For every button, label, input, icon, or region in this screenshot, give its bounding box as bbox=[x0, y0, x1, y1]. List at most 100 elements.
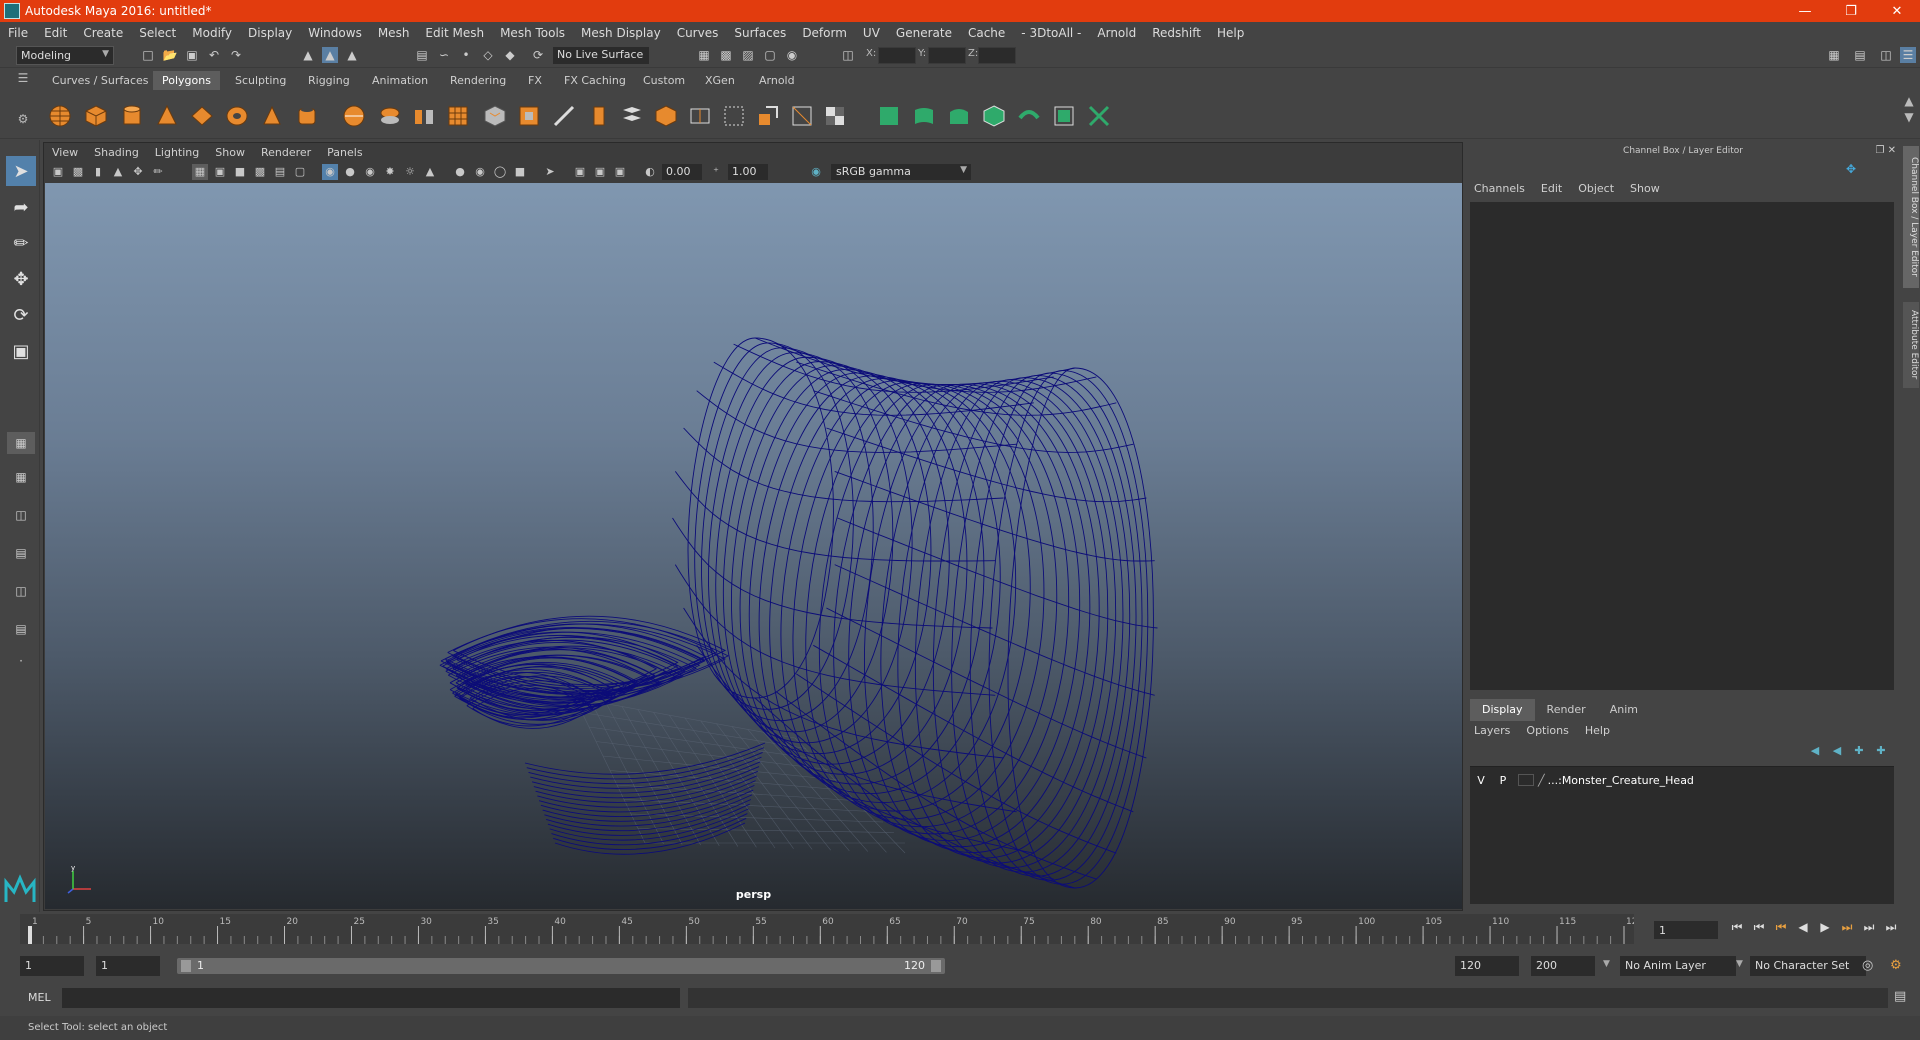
uv-unfold-icon[interactable] bbox=[1017, 104, 1041, 128]
layer-color-swatch[interactable] bbox=[1518, 774, 1534, 786]
select-tool-icon[interactable]: ➤ bbox=[6, 156, 36, 186]
bridge-icon[interactable] bbox=[620, 104, 644, 128]
menu-windows[interactable]: Windows bbox=[300, 26, 370, 40]
xray-components-icon[interactable]: ▣ bbox=[612, 164, 628, 180]
menu-cache[interactable]: Cache bbox=[960, 26, 1013, 40]
z-field[interactable] bbox=[978, 47, 1016, 64]
uv-automatic-icon[interactable] bbox=[982, 104, 1006, 128]
close-icon[interactable]: ✕ bbox=[1874, 0, 1920, 22]
xray-joints-icon[interactable]: ▣ bbox=[592, 164, 608, 180]
new-layer-from-selected-icon[interactable]: ✚ bbox=[1870, 744, 1892, 762]
step-forward-key-icon[interactable]: ⏭ bbox=[1836, 920, 1858, 940]
new-scene-icon[interactable]: □ bbox=[140, 47, 156, 63]
move-layer-up-icon[interactable]: ◀ bbox=[1804, 744, 1826, 762]
sidebar-toggle-icon[interactable]: ▦ bbox=[1826, 47, 1842, 63]
layer-menu-help[interactable]: Help bbox=[1577, 724, 1618, 742]
menu-surfaces[interactable]: Surfaces bbox=[726, 26, 794, 40]
animation-preferences-icon[interactable]: ⚙ bbox=[1890, 958, 1902, 973]
shelf-tab-sculpting[interactable]: Sculpting bbox=[226, 71, 295, 90]
camera-select-icon[interactable]: ▣ bbox=[50, 164, 66, 180]
menu-deform[interactable]: Deform bbox=[794, 26, 855, 40]
float-close-icons[interactable]: ❐ ✕ bbox=[1875, 142, 1896, 160]
menu-redshift[interactable]: Redshift bbox=[1144, 26, 1209, 40]
exposure-icon[interactable]: ◐ bbox=[642, 164, 658, 180]
target-weld-icon[interactable] bbox=[722, 104, 746, 128]
persp-uv-layout-icon[interactable]: ▤ bbox=[7, 618, 35, 640]
isolate-select-icon[interactable]: ➤ bbox=[542, 164, 558, 180]
uv-spherical-icon[interactable] bbox=[947, 104, 971, 128]
playback-end-field[interactable]: 120 bbox=[1455, 956, 1519, 976]
render-settings-icon[interactable]: ▦ bbox=[696, 47, 712, 63]
scale-tool-icon[interactable]: ▣ bbox=[6, 336, 36, 366]
textured-icon[interactable]: ✸ bbox=[382, 164, 398, 180]
menu-create[interactable]: Create bbox=[75, 26, 131, 40]
cb-menu-edit[interactable]: Edit bbox=[1533, 182, 1570, 200]
grid-toggle-icon[interactable]: ▦ bbox=[192, 164, 208, 180]
go-to-end-icon[interactable]: ⏭ bbox=[1880, 920, 1902, 940]
depth-of-field-icon[interactable]: ■ bbox=[512, 164, 528, 180]
menu-display[interactable]: Display bbox=[240, 26, 300, 40]
select-component-icon[interactable]: ▲ bbox=[344, 47, 360, 63]
paint-select-tool-icon[interactable]: ✏ bbox=[6, 228, 36, 258]
layer-visibility-toggle[interactable]: V bbox=[1470, 774, 1492, 787]
shelf-tab-polygons[interactable]: Polygons bbox=[153, 71, 220, 90]
menu-mesh-tools[interactable]: Mesh Tools bbox=[492, 26, 573, 40]
side-tab-attribute-editor[interactable]: Attribute Editor bbox=[1903, 302, 1919, 388]
range-start-handle[interactable] bbox=[181, 960, 191, 972]
redo-icon[interactable]: ↷ bbox=[228, 47, 244, 63]
persp-graph-layout-icon[interactable]: ▤ bbox=[7, 542, 35, 564]
menu-edit-mesh[interactable]: Edit Mesh bbox=[417, 26, 492, 40]
menu-generate[interactable]: Generate bbox=[888, 26, 960, 40]
safe-action-icon[interactable]: ▢ bbox=[292, 164, 308, 180]
shelf-settings-icon[interactable]: ⚙ bbox=[14, 112, 32, 132]
motion-blur-icon[interactable]: ◉ bbox=[472, 164, 488, 180]
shelf-tab-rendering[interactable]: Rendering bbox=[441, 71, 515, 90]
snap-view-plane-icon[interactable]: ◇ bbox=[480, 47, 496, 63]
uv-cylindrical-icon[interactable] bbox=[912, 104, 936, 128]
render-frame-icon[interactable]: ▩ bbox=[718, 47, 734, 63]
menu-edit[interactable]: Edit bbox=[36, 26, 75, 40]
shelf-tab-custom[interactable]: Custom bbox=[634, 71, 694, 90]
render-view-icon[interactable]: ▢ bbox=[762, 47, 778, 63]
move-tool-icon[interactable]: ✥ bbox=[6, 264, 36, 294]
ipr-render-icon[interactable]: ▨ bbox=[740, 47, 756, 63]
shelf-menu-icon[interactable]: ☰ bbox=[14, 71, 32, 91]
insert-edge-loop-icon[interactable] bbox=[688, 104, 712, 128]
play-forwards-icon[interactable]: ▶ bbox=[1814, 920, 1836, 940]
open-scene-icon[interactable]: 📂 bbox=[162, 47, 178, 63]
cb-menu-object[interactable]: Object bbox=[1570, 182, 1622, 200]
mel-input[interactable] bbox=[62, 988, 680, 1008]
resolution-gate-icon[interactable]: ■ bbox=[232, 164, 248, 180]
gamma-icon[interactable]: ⁺ bbox=[708, 164, 724, 180]
film-gate-icon[interactable]: ▣ bbox=[212, 164, 228, 180]
merge-icon[interactable] bbox=[756, 104, 780, 128]
panel-menu-renderer[interactable]: Renderer bbox=[253, 146, 319, 159]
make-live-icon[interactable]: ⟳ bbox=[530, 47, 546, 63]
combine-icon[interactable] bbox=[342, 104, 366, 128]
layer-menu-layers[interactable]: Layers bbox=[1466, 724, 1518, 742]
range-slider[interactable]: 1 120 bbox=[177, 958, 945, 974]
extrude-icon[interactable] bbox=[517, 104, 541, 128]
script-editor-icon[interactable]: ▤ bbox=[1894, 989, 1906, 1004]
slide-edge-icon[interactable] bbox=[790, 104, 814, 128]
anti-aliasing-icon[interactable]: ◯ bbox=[492, 164, 508, 180]
field-chart-icon[interactable]: ▤ bbox=[272, 164, 288, 180]
snap-live-icon[interactable]: ◆ bbox=[502, 47, 518, 63]
uv-planar-icon[interactable] bbox=[877, 104, 901, 128]
select-hierarchy-icon[interactable]: ▲ bbox=[300, 47, 316, 63]
poly-pyramid-icon[interactable] bbox=[260, 104, 284, 128]
menu-curves[interactable]: Curves bbox=[669, 26, 727, 40]
menu-mesh-display[interactable]: Mesh Display bbox=[573, 26, 669, 40]
undo-icon[interactable]: ↶ bbox=[206, 47, 222, 63]
animation-end-field[interactable]: 200 bbox=[1531, 956, 1595, 976]
wireframe-icon[interactable]: ◉ bbox=[322, 164, 338, 180]
poly-plane-icon[interactable] bbox=[190, 104, 214, 128]
two-d-pan-zoom-icon[interactable]: ✥ bbox=[130, 164, 146, 180]
uv-editor-icon[interactable] bbox=[1087, 104, 1111, 128]
view-transform-select[interactable]: sRGB gamma ▼ bbox=[831, 164, 971, 180]
manipulator-icon[interactable]: ✥ bbox=[1846, 162, 1856, 176]
menu-arnold[interactable]: Arnold bbox=[1089, 26, 1144, 40]
3d-viewport[interactable]: y persp bbox=[45, 183, 1462, 909]
persp-outliner-layout-icon[interactable]: ◫ bbox=[7, 504, 35, 526]
y-field[interactable] bbox=[928, 47, 966, 64]
